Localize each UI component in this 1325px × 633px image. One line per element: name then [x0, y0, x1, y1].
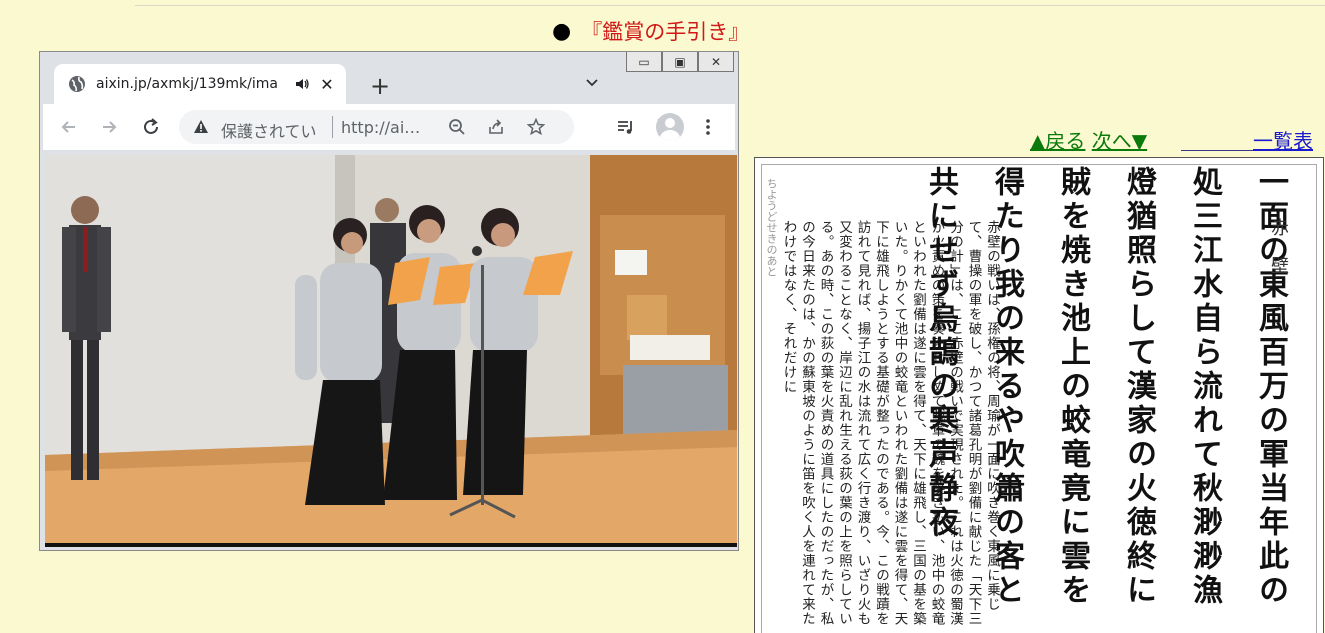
poem-title: 赤壁 — [1268, 218, 1289, 294]
minimize-button[interactable]: ▭ — [626, 52, 662, 72]
reload-icon[interactable] — [141, 117, 161, 137]
nav-links: ▲戻る 次へ▼ — [1030, 125, 1147, 154]
top-divider — [135, 5, 1325, 6]
profile-avatar[interactable] — [656, 113, 684, 141]
close-window-button[interactable]: ✕ — [698, 52, 734, 72]
link-underline — [1181, 150, 1253, 151]
zoom-out-icon[interactable] — [448, 118, 466, 136]
star-icon[interactable] — [527, 118, 545, 136]
bullet-icon: ● — [552, 18, 572, 44]
avatar-body — [660, 130, 680, 141]
avatar-head — [665, 118, 675, 128]
url-text: http://ai… — [341, 118, 421, 137]
tab-title: aixin.jp/axmkj/139mk/ima — [96, 76, 278, 92]
browser-toolbar: 保護されてい http://ai… — [43, 104, 735, 150]
scanned-text-image: ちようどせきのあと 赤壁の戦いは、孫権の将、周瑜が一面に吹き巻く東風に乗じて、曹… — [754, 157, 1324, 633]
page-title: ● 『鑑賞の手引き』 — [552, 16, 749, 46]
new-tab-button[interactable]: + — [370, 72, 390, 100]
poem-text: 一面の東風百万の軍当年此の処三江水自ら流れて秋渺渺漁燈猶照らして漢家の火徳終に賊… — [923, 166, 1288, 608]
kebab-menu-icon[interactable] — [698, 117, 718, 137]
stage-photo — [45, 155, 737, 547]
list-link[interactable]: 一覧表 — [1253, 125, 1313, 154]
video-frame[interactable] — [45, 155, 737, 547]
speaker-icon[interactable] — [294, 76, 310, 92]
browser-tab[interactable]: aixin.jp/axmkj/139mk/ima ✕ — [54, 64, 346, 104]
page-title-text: 『鑑賞の手引き』 — [581, 20, 750, 44]
security-label: 保護されてい — [221, 122, 317, 141]
tab-close-icon[interactable]: ✕ — [318, 75, 336, 94]
window-controls: ▭ ▣ ✕ — [626, 52, 734, 72]
address-bar[interactable]: 保護されてい http://ai… — [179, 110, 574, 144]
globe-icon — [69, 76, 85, 92]
warning-icon[interactable] — [193, 119, 209, 135]
scan-side-note: ちようどせきのあと — [765, 178, 778, 277]
address-separator — [332, 116, 333, 138]
chevron-down-icon[interactable] — [584, 74, 600, 90]
back-link[interactable]: ▲戻る — [1030, 129, 1085, 153]
media-control-icon[interactable] — [616, 117, 636, 137]
next-link[interactable]: 次へ▼ — [1092, 129, 1147, 153]
share-icon[interactable] — [487, 118, 505, 136]
back-arrow-icon[interactable] — [59, 117, 79, 137]
browser-window: ▭ ▣ ✕ aixin.jp/axmkj/139mk/ima ✕ + 保護されて… — [39, 51, 739, 551]
restore-button[interactable]: ▣ — [662, 52, 698, 72]
forward-arrow-icon[interactable] — [99, 117, 119, 137]
